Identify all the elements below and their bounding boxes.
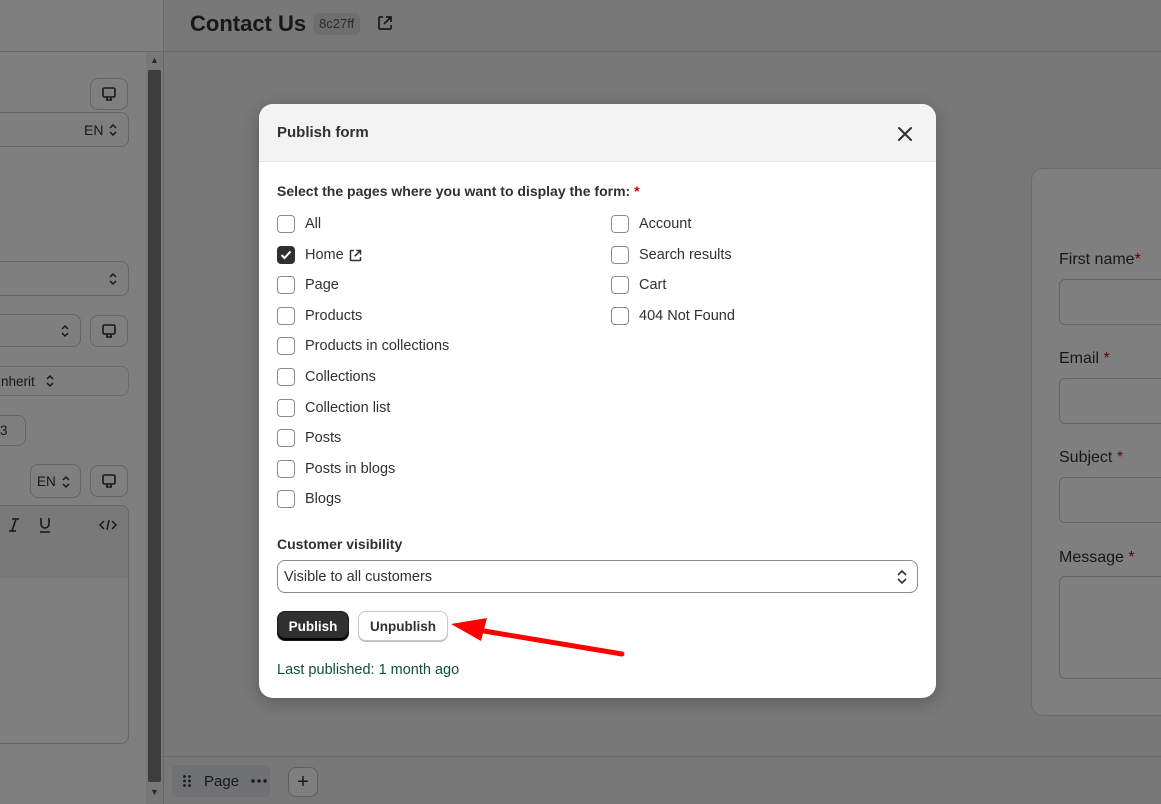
checkmark-icon <box>280 250 292 260</box>
customer-visibility-value: Visible to all customers <box>284 569 433 585</box>
page-option-cart[interactable]: Cart <box>611 275 666 295</box>
publish-form-modal: Publish form Select the pages where you … <box>259 104 936 698</box>
checkbox[interactable] <box>611 307 629 325</box>
page-option-404-not-found[interactable]: 404 Not Found <box>611 306 735 326</box>
checkbox[interactable] <box>277 368 295 386</box>
last-published-status: Last published: 1 month ago <box>277 662 460 678</box>
page-option-all[interactable]: All <box>277 214 321 234</box>
modal-title: Publish form <box>277 124 369 141</box>
page-option-page[interactable]: Page <box>277 275 339 295</box>
publish-button[interactable]: Publish <box>277 611 349 641</box>
page-option-blogs[interactable]: Blogs <box>277 489 341 509</box>
checkbox[interactable] <box>277 276 295 294</box>
page-option-collections[interactable]: Collections <box>277 367 376 387</box>
customer-visibility-select[interactable]: Visible to all customers <box>277 560 918 593</box>
checkbox[interactable] <box>277 490 295 508</box>
modal-header: Publish form <box>259 104 936 162</box>
checkbox[interactable] <box>611 215 629 233</box>
close-icon[interactable] <box>895 124 915 144</box>
page-option-products-in-collections[interactable]: Products in collections <box>277 336 449 356</box>
page-option-account[interactable]: Account <box>611 214 691 234</box>
page-option-home-label: Home <box>305 247 344 263</box>
checkbox[interactable] <box>611 246 629 264</box>
checkbox[interactable] <box>277 215 295 233</box>
checkbox-checked[interactable] <box>277 246 295 264</box>
page-option-collection-list[interactable]: Collection list <box>277 398 390 418</box>
page-option-products[interactable]: Products <box>277 306 362 326</box>
checkbox[interactable] <box>277 429 295 447</box>
page-option-posts-in-blogs[interactable]: Posts in blogs <box>277 459 395 479</box>
checkbox[interactable] <box>277 460 295 478</box>
page-option-posts[interactable]: Posts <box>277 428 341 448</box>
checkbox[interactable] <box>277 399 295 417</box>
page-option-search-results[interactable]: Search results <box>611 245 732 265</box>
page-option-home[interactable]: Home <box>277 245 363 265</box>
chevron-updown-icon <box>897 569 907 585</box>
pages-label: Select the pages where you want to displ… <box>277 183 640 199</box>
unpublish-button[interactable]: Unpublish <box>358 611 448 641</box>
checkbox[interactable] <box>611 276 629 294</box>
customer-visibility-label: Customer visibility <box>277 536 403 552</box>
external-link-icon[interactable] <box>348 248 363 263</box>
checkbox[interactable] <box>277 337 295 355</box>
checkbox[interactable] <box>277 307 295 325</box>
